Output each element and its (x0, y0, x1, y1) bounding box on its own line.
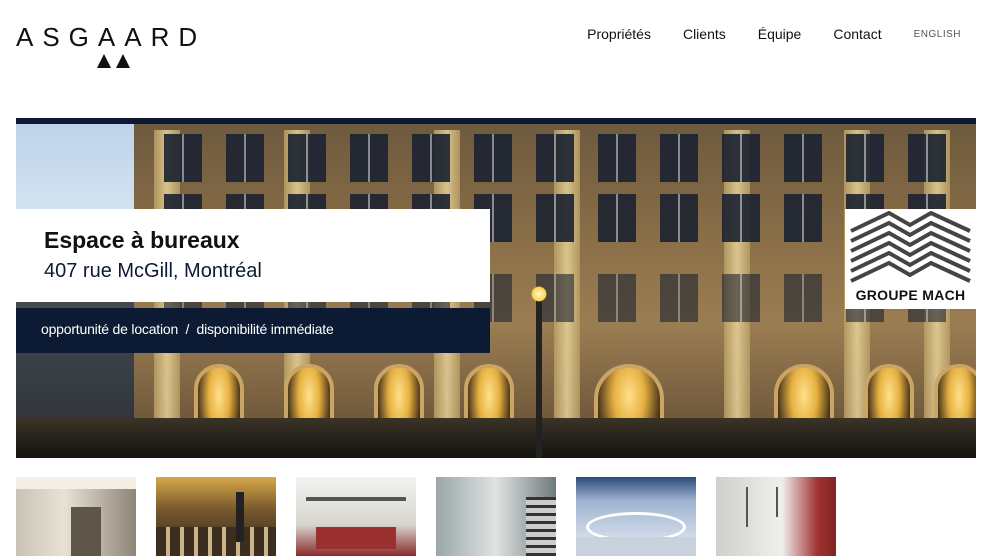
logo-triangle-icon (97, 54, 111, 68)
hero-street (16, 418, 976, 458)
groupe-mach-logo[interactable]: GROUPE MACH (845, 209, 976, 309)
property-address: 407 rue McGill, Montréal (44, 260, 262, 282)
availability-banner: opportunité de location / disponibilité … (16, 308, 490, 353)
thumbnail-restaurant[interactable] (156, 477, 276, 556)
availability-text: opportunité de location / disponibilité … (41, 321, 334, 337)
street-lamp-light (531, 286, 547, 302)
asgaard-logo[interactable]: ASGAARD (16, 22, 226, 72)
thumbnail-atrium[interactable] (436, 477, 556, 556)
nav-equipe[interactable]: Équipe (758, 26, 802, 42)
logo-triangle-icon (116, 54, 130, 68)
property-title-box: Espace à bureaux 407 rue McGill, Montréa… (16, 209, 490, 302)
thumbnail-reception[interactable] (576, 477, 696, 556)
hero-banner: Espace à bureaux 407 rue McGill, Montréa… (16, 118, 976, 458)
nav-contact[interactable]: Contact (833, 26, 881, 42)
building-logo-icon (850, 211, 971, 283)
language-switch-link[interactable]: ENGLISH (914, 29, 961, 40)
thumbnail-corridor[interactable] (716, 477, 836, 556)
nav-clients[interactable]: Clients (683, 26, 726, 42)
property-title: Espace à bureaux (44, 227, 240, 253)
thumbnail-office-space[interactable] (296, 477, 416, 556)
main-navigation: Propriétés Clients Équipe Contact ENGLIS… (555, 26, 961, 42)
nav-proprietes[interactable]: Propriétés (587, 26, 651, 42)
street-lamp (536, 288, 542, 458)
logo-wordmark: ASGAARD (16, 22, 207, 52)
thumbnail-lobby[interactable] (16, 477, 136, 556)
brand-label: GROUPE MACH (855, 287, 966, 303)
